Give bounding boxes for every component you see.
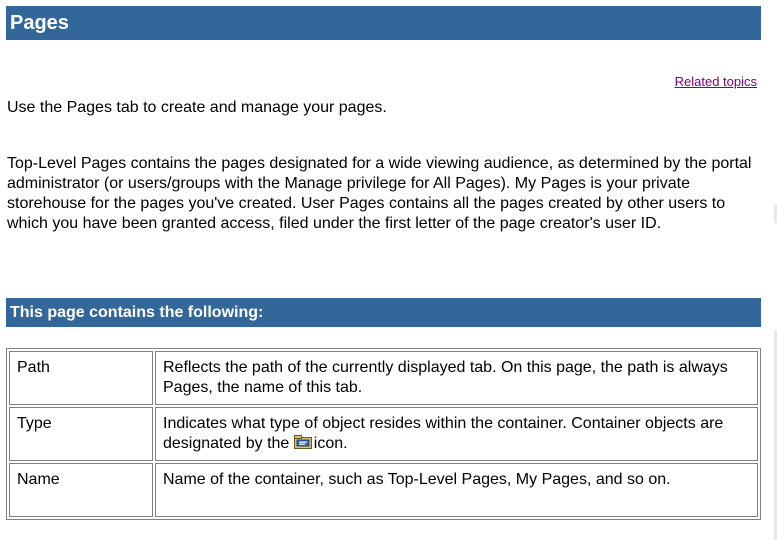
section-heading: This page contains the following: <box>6 298 761 327</box>
info-table: Path Reflects the path of the currently … <box>6 348 761 520</box>
description-paragraph: Top-Level Pages contains the pages desig… <box>7 155 752 232</box>
table-row: Type Indicates what type of object resid… <box>9 407 758 461</box>
table-cell-term: Path <box>9 351 153 405</box>
table-cell-definition: Name of the container, such as Top-Level… <box>155 463 758 517</box>
table-row: Path Reflects the path of the currently … <box>9 351 758 405</box>
definition-text: Indicates what type of object resides wi… <box>163 415 724 452</box>
definition-text-suffix: icon. <box>313 435 348 452</box>
page-title: Pages <box>6 6 761 40</box>
table-row: Name Name of the container, such as Top-… <box>9 463 758 517</box>
table-cell-term: Type <box>9 407 153 461</box>
table-cell-definition: Reflects the path of the currently displ… <box>155 351 758 405</box>
table-cell-term: Name <box>9 463 153 517</box>
related-topics-link[interactable]: Related topics <box>675 74 757 89</box>
intro-paragraph: Use the Pages tab to create and manage y… <box>7 99 387 116</box>
table-cell-definition: Indicates what type of object resides wi… <box>155 407 758 461</box>
container-icon <box>293 435 312 449</box>
